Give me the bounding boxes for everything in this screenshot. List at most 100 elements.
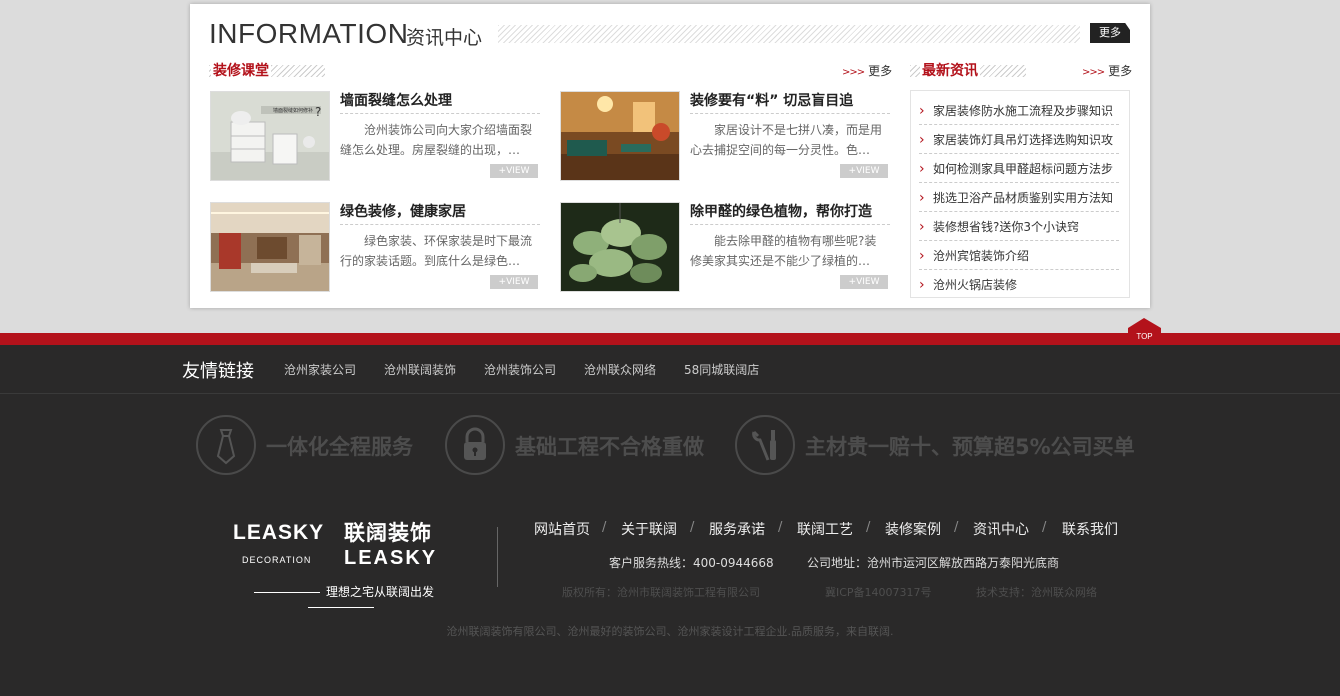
company-logo[interactable]: LEASKY 联阔装饰 DECORATION LEASKY 理想之宅从联阔出发 <box>226 515 456 605</box>
article-title[interactable]: 绿色装修，健康家居 <box>340 202 540 225</box>
article-thumbnail[interactable] <box>560 202 680 292</box>
footer-nav-service[interactable]: 服务承诺 <box>709 519 765 539</box>
chevron-right-icon: › <box>919 103 925 119</box>
icp-number[interactable]: 冀ICP备14007317号 <box>825 584 932 600</box>
news-item[interactable]: › 装修想省钱?送你3个小诀窍 <box>919 213 1119 241</box>
article-title[interactable]: 墙面裂缝怎么处理 <box>340 91 540 114</box>
friend-link[interactable]: 沧州联阔装饰 <box>384 361 456 378</box>
chevron-right-icon: › <box>919 132 925 148</box>
news-item[interactable]: › 挑选卫浴产品材质鉴别实用方法知 <box>919 184 1119 212</box>
tie-icon <box>196 415 256 475</box>
chevron-right-icon: › <box>919 161 925 177</box>
promise-text: 主材贵一赔十、预算超5%公司买单 <box>805 435 1135 459</box>
news-item[interactable]: › 沧州宾馆装饰介绍 <box>919 242 1119 270</box>
lock-icon <box>445 415 505 475</box>
logo-en-secondary: LEASKY <box>344 547 438 569</box>
footer-nav-about[interactable]: 关于联阔 <box>621 519 677 539</box>
chevron-right-icon: › <box>919 190 925 206</box>
article-card[interactable]: 除甲醛的绿色植物，帮你打造 能去除甲醛的植物有哪些呢?装修美家其实还是不能少了绿… <box>560 202 890 294</box>
friend-link[interactable]: 沧州联众网络 <box>584 361 656 378</box>
promise-item: 主材贵一赔十、预算超5%公司买单 <box>735 415 1135 479</box>
nav-separator: / <box>690 520 695 535</box>
hatch-decoration <box>498 25 1080 43</box>
back-to-top-button[interactable]: TOP <box>1128 318 1161 342</box>
article-thumbnail[interactable]: 墙面裂缝如何修补 ? <box>210 91 330 181</box>
article-card[interactable]: 绿色装修，健康家居 绿色家装、环保家装是时下最流行的家装话题。到底什么是绿色… … <box>210 202 540 294</box>
article-card[interactable]: 墙面裂缝如何修补 ? 墙面裂缝怎么处理 沧州装饰公司向大家介绍墙面裂缝怎么处理。… <box>210 91 540 183</box>
logo-cn: 联阔装饰 <box>344 521 432 545</box>
news-item[interactable]: › 家居装饰灯具吊灯选择选购知识攻 <box>919 126 1119 154</box>
chevron-right-icon: › <box>919 219 925 235</box>
copyright-owner: 版权所有：沧州市联阔装饰工程有限公司 <box>562 586 760 599</box>
article-desc: 家居设计不是七拼八凑，而是用心去捕捉空间的每一分灵性。色… <box>690 123 883 157</box>
course-header: 装修课堂 <box>209 62 329 82</box>
article-desc: 沧州装饰公司向大家介绍墙面裂缝怎么处理。房屋裂缝的出现，… <box>340 123 533 157</box>
info-subtitle: 资讯中心 <box>406 27 483 49</box>
hotline: 客户服务热线：400-0944668 <box>609 556 774 570</box>
friend-links-title: 友情链接 <box>182 361 254 382</box>
friend-link[interactable]: 58同城联阔店 <box>684 361 759 378</box>
article-desc: 能去除甲醛的植物有哪些呢?装修美家其实还是不能少了绿植的… <box>690 234 877 268</box>
view-button[interactable]: +VIEW <box>490 164 538 178</box>
article-thumbnail[interactable] <box>560 91 680 181</box>
news-item-label: 沧州宾馆装饰介绍 <box>933 249 1030 263</box>
friend-link[interactable]: 沧州家装公司 <box>284 361 356 378</box>
footer-nav-contact[interactable]: 联系我们 <box>1062 519 1118 539</box>
bottom-text: 沧州联阔装饰有限公司、沧州最好的装饰公司、沧州家装设计工程企业.品质服务，来自联… <box>446 625 894 638</box>
triple-chevron-icon: >>> <box>842 67 865 78</box>
nav-separator: / <box>866 520 871 535</box>
friend-link[interactable]: 沧州装饰公司 <box>484 361 556 378</box>
view-button[interactable]: +VIEW <box>840 275 888 289</box>
footer-nav-news[interactable]: 资讯中心 <box>973 519 1029 539</box>
course-more-label: 更多 <box>868 64 893 78</box>
news-item-label: 挑选卫浴产品材质鉴别实用方法知 <box>933 191 1114 205</box>
view-button[interactable]: +VIEW <box>840 164 888 178</box>
footer-nav-cases[interactable]: 装修案例 <box>885 519 941 539</box>
news-item[interactable]: › 如何检测家具甲醛超标问题方法步 <box>919 155 1119 183</box>
news-item[interactable]: › 沧州火锅店装修 <box>919 271 1119 299</box>
info-more-button[interactable]: 更多 <box>1090 23 1130 43</box>
news-item-label: 家居装饰灯具吊灯选择选购知识攻 <box>933 133 1114 147</box>
logo-en: LEASKY <box>233 521 325 544</box>
footer: 友情链接 沧州家装公司 沧州联阔装饰 沧州装饰公司 沧州联众网络 58同城联阔店… <box>0 345 1340 696</box>
article-title[interactable]: 除甲醛的绿色植物，帮你打造 <box>690 202 890 225</box>
news-item-label: 如何检测家具甲醛超标问题方法步 <box>933 162 1114 176</box>
latest-header: 最新资讯 <box>910 62 1030 82</box>
view-button[interactable]: +VIEW <box>490 275 538 289</box>
news-item-label: 沧州火锅店装修 <box>933 278 1018 292</box>
nav-separator: / <box>1042 520 1047 535</box>
article-desc: 绿色家装、环保家装是时下最流行的家装话题。到底什么是绿色… <box>340 234 533 268</box>
tech-support[interactable]: 技术支持：沧州联众网络 <box>976 584 1097 600</box>
nav-separator: / <box>778 520 783 535</box>
info-title: INFORMATION <box>209 18 409 49</box>
article-thumbnail[interactable] <box>210 202 330 292</box>
news-item-label: 装修想省钱?送你3个小诀窍 <box>933 220 1080 234</box>
chevron-right-icon: › <box>919 248 925 264</box>
logo-slogan: 理想之宅从联阔出发 <box>226 583 456 614</box>
latest-news-list: › 家居装修防水施工流程及步骤知识 › 家居装饰灯具吊灯选择选购知识攻 › 如何检测家… <box>910 90 1130 298</box>
news-item[interactable]: › 家居装修防水施工流程及步骤知识 <box>919 97 1119 125</box>
footer-nav-home[interactable]: 网站首页 <box>534 519 590 539</box>
friend-links-row: 友情链接 沧州家装公司 沧州联阔装饰 沧州装饰公司 沧州联众网络 58同城联阔店 <box>0 345 1340 394</box>
promise-text: 一体化全程服务 <box>266 435 413 459</box>
promise-item: 基础工程不合格重做 <box>445 415 725 479</box>
nav-separator: / <box>602 520 607 535</box>
promise-text: 基础工程不合格重做 <box>515 435 704 459</box>
promise-item: 一体化全程服务 <box>196 415 436 479</box>
article-title[interactable]: 装修要有“料” 切忌盲目追 <box>690 91 890 114</box>
vertical-divider <box>497 527 498 587</box>
logo-decoration: DECORATION <box>242 555 312 565</box>
information-card: INFORMATION 资讯中心 更多 装修课堂 >>> 更多 墙面裂缝如何修补 … <box>190 4 1150 308</box>
course-more-link[interactable]: >>> 更多 <box>842 62 892 82</box>
footer-nav-craft[interactable]: 联阔工艺 <box>797 519 853 539</box>
latest-more-link[interactable]: >>> 更多 <box>1082 62 1132 82</box>
triple-chevron-icon: >>> <box>1082 67 1105 78</box>
address: 公司地址：沧州市运河区解放西路万泰阳光底商 <box>807 556 1060 570</box>
nav-separator: / <box>954 520 959 535</box>
news-item-label: 家居装修防水施工流程及步骤知识 <box>933 104 1114 118</box>
article-card[interactable]: 装修要有“料” 切忌盲目追 家居设计不是七拼八凑，而是用心去捕捉空间的每一分灵性… <box>560 91 890 183</box>
top-label: TOP <box>1136 332 1152 341</box>
course-title: 装修课堂 <box>211 62 271 80</box>
thumbnail-caption: 墙面裂缝如何修补 <box>273 107 313 114</box>
latest-title: 最新资讯 <box>920 62 980 80</box>
